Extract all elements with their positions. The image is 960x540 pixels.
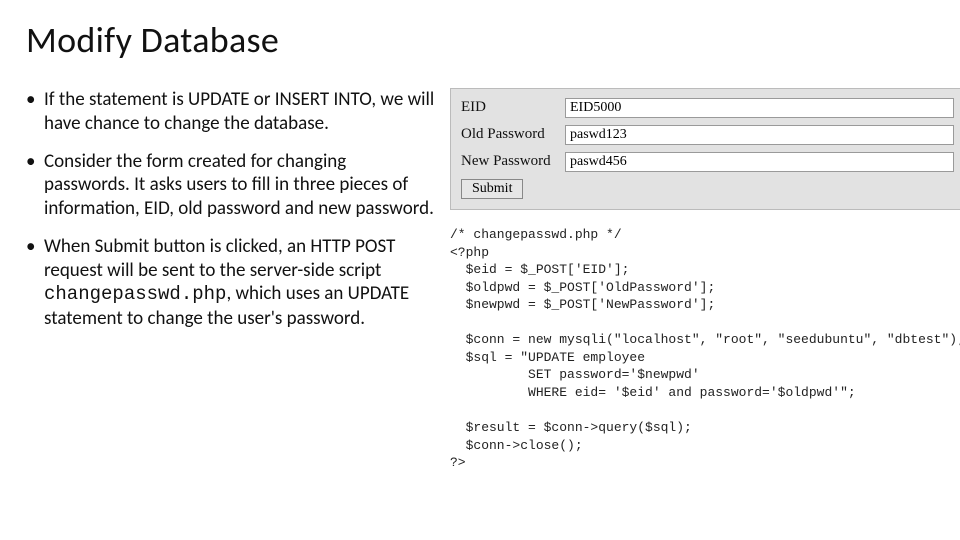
code-line: $conn = new mysqli("localhost", "root", …	[450, 332, 960, 347]
bullet-text: Consider the form created for changing p…	[44, 150, 434, 221]
code-line: <?php	[450, 245, 489, 260]
form-row-new-password: New Password	[461, 151, 954, 172]
code-line: /* changepasswd.php */	[450, 227, 622, 242]
submit-button[interactable]: Submit	[461, 179, 523, 199]
bullets-column: If the statement is UPDATE or INSERT INT…	[26, 88, 436, 472]
input-old-password[interactable]	[565, 125, 954, 145]
code-line: $conn->close();	[450, 438, 583, 453]
label-old-password: Old Password	[461, 126, 565, 143]
bullet-text-pre: When Submit button is clicked, an HTTP P…	[44, 235, 395, 282]
bullet-text: If the statement is UPDATE or INSERT INT…	[44, 88, 434, 135]
form-submit-row: Submit	[461, 178, 954, 199]
code-line: $sql = "UPDATE employee	[450, 350, 645, 365]
code-line: WHERE eid= '$eid' and password='$oldpwd'…	[450, 385, 856, 400]
code-block: /* changepasswd.php */ <?php $eid = $_PO…	[450, 226, 960, 472]
code-line: $result = $conn->query($sql);	[450, 420, 692, 435]
bullet-text-mono: changepasswd.php	[44, 283, 226, 305]
password-form: EID Old Password New Password Submit	[450, 88, 960, 210]
input-new-password[interactable]	[565, 152, 954, 172]
bullet-item: When Submit button is clicked, an HTTP P…	[26, 235, 436, 331]
code-line: ?>	[450, 455, 466, 470]
slide: Modify Database If the statement is UPDA…	[0, 0, 960, 540]
form-row-eid: EID	[461, 97, 954, 118]
label-eid: EID	[461, 99, 565, 116]
code-line: SET password='$newpwd'	[450, 367, 700, 382]
content-columns: If the statement is UPDATE or INSERT INT…	[26, 88, 934, 472]
bullet-list: If the statement is UPDATE or INSERT INT…	[26, 88, 436, 331]
bullet-item: Consider the form created for changing p…	[26, 150, 436, 221]
label-new-password: New Password	[461, 153, 565, 170]
slide-title: Modify Database	[26, 18, 934, 62]
form-row-old-password: Old Password	[461, 124, 954, 145]
bullet-item: If the statement is UPDATE or INSERT INT…	[26, 88, 436, 136]
input-eid[interactable]	[565, 98, 954, 118]
code-line: $oldpwd = $_POST['OldPassword'];	[450, 280, 715, 295]
figure-column: EID Old Password New Password Submit /* …	[450, 88, 960, 472]
code-line: $eid = $_POST['EID'];	[450, 262, 629, 277]
code-line: $newpwd = $_POST['NewPassword'];	[450, 297, 715, 312]
